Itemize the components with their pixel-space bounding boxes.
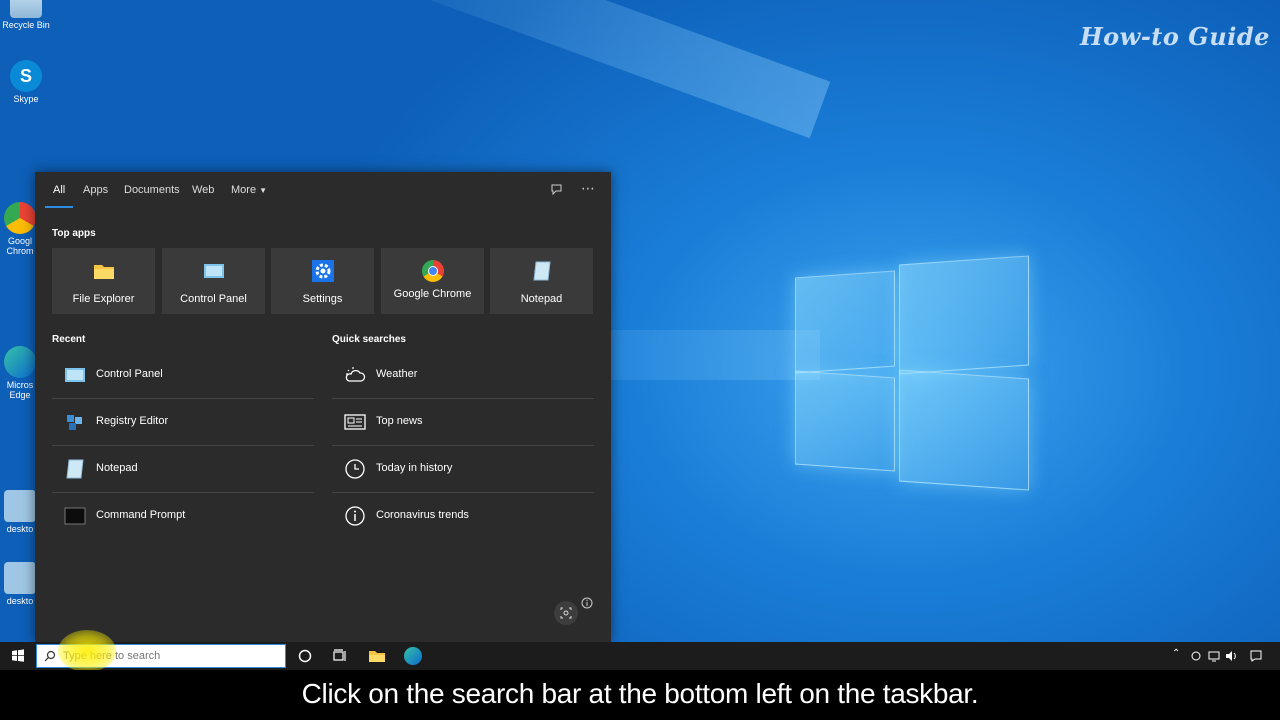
quick-search-weather[interactable]: Weather bbox=[332, 352, 594, 399]
chrome-icon bbox=[421, 260, 444, 282]
top-app-file-explorer[interactable]: File Explorer bbox=[52, 248, 155, 314]
tab-more[interactable]: More ▼ bbox=[231, 184, 267, 196]
desktop-icon-edge[interactable]: Micros Edge bbox=[0, 346, 40, 400]
top-app-label: Control Panel bbox=[180, 293, 247, 305]
top-app-label: File Explorer bbox=[72, 293, 135, 305]
more-options-icon[interactable]: ⋯ bbox=[581, 180, 595, 197]
desktop-icon-recycle-bin[interactable]: Recycle Bin bbox=[2, 0, 50, 30]
windows-start-icon[interactable] bbox=[8, 646, 28, 666]
light-beam bbox=[321, 0, 831, 139]
tab-documents[interactable]: Documents bbox=[124, 184, 180, 196]
top-app-control-panel[interactable]: Control Panel bbox=[162, 248, 265, 314]
quick-search-top-news[interactable]: Top news bbox=[332, 399, 594, 446]
notepad-icon bbox=[532, 261, 551, 281]
search-input[interactable] bbox=[63, 648, 263, 664]
search-tabs: All Apps Documents Web More ▼ ⋯ bbox=[35, 172, 611, 210]
top-app-label: Settings bbox=[302, 293, 343, 305]
desktop-icon-file[interactable]: deskto bbox=[0, 490, 40, 534]
file-explorer-taskbar-icon[interactable] bbox=[367, 646, 387, 666]
desktop-icon-label: Micros Edge bbox=[6, 380, 34, 400]
desktop-icon-label: deskto bbox=[6, 596, 34, 606]
volume-icon[interactable] bbox=[1225, 650, 1237, 662]
meet-now-icon[interactable] bbox=[1190, 650, 1202, 662]
windows-logo-graphic bbox=[795, 252, 1029, 491]
gear-file-icon bbox=[4, 490, 36, 522]
notification-icon[interactable] bbox=[1250, 650, 1262, 662]
recycle-bin-icon bbox=[10, 0, 42, 18]
tutorial-caption: Click on the search bar at the bottom le… bbox=[0, 670, 1280, 720]
gear-file-icon bbox=[4, 562, 36, 594]
network-icon[interactable] bbox=[1208, 650, 1220, 662]
search-icon bbox=[44, 650, 56, 662]
recent-heading: Recent bbox=[52, 334, 86, 345]
quick-search-today-in-history[interactable]: Today in history bbox=[332, 446, 594, 493]
recent-item-control-panel[interactable]: Control Panel bbox=[52, 352, 314, 399]
desktop-icon-chrome[interactable]: Googl Chrom bbox=[0, 202, 40, 256]
gear-icon bbox=[311, 260, 334, 282]
control-panel-icon bbox=[65, 368, 85, 382]
clock-icon bbox=[345, 459, 365, 479]
edge-taskbar-icon[interactable] bbox=[404, 647, 422, 665]
screenshot-search-button[interactable] bbox=[554, 601, 578, 625]
registry-icon bbox=[67, 415, 82, 430]
edge-icon bbox=[4, 346, 36, 378]
quick-search-label: Weather bbox=[376, 368, 418, 380]
recent-item-notepad[interactable]: Notepad bbox=[52, 446, 314, 493]
notepad-icon bbox=[66, 459, 84, 479]
desktop-icon-label: deskto bbox=[6, 524, 34, 534]
weather-icon bbox=[345, 367, 366, 382]
control-panel-icon bbox=[203, 264, 224, 278]
cortana-icon[interactable] bbox=[295, 646, 315, 666]
chrome-icon bbox=[4, 202, 36, 234]
tab-apps[interactable]: Apps bbox=[83, 184, 108, 196]
desktop-icon-label: Recycle Bin bbox=[2, 20, 50, 30]
quick-searches-heading: Quick searches bbox=[332, 334, 406, 345]
cmd-icon bbox=[64, 507, 86, 525]
recent-item-registry-editor[interactable]: Registry Editor bbox=[52, 399, 314, 446]
top-app-google-chrome[interactable]: Google Chrome bbox=[381, 248, 484, 314]
info-small-icon[interactable] bbox=[581, 597, 593, 609]
recent-item-label: Command Prompt bbox=[96, 509, 186, 521]
news-icon bbox=[344, 414, 366, 430]
desktop-icon-skype[interactable]: S Skype bbox=[2, 60, 50, 104]
quick-search-label: Today in history bbox=[376, 462, 453, 474]
feedback-icon[interactable] bbox=[550, 183, 563, 196]
chevron-up-icon[interactable]: ⌃ bbox=[1172, 648, 1184, 660]
tab-web[interactable]: Web bbox=[192, 184, 214, 196]
quick-search-label: Coronavirus trends bbox=[376, 509, 469, 521]
folder-icon bbox=[93, 265, 114, 279]
top-app-label: Notepad bbox=[520, 293, 563, 305]
search-panel: All Apps Documents Web More ▼ ⋯ Top apps… bbox=[35, 172, 611, 642]
recent-item-label: Control Panel bbox=[96, 368, 163, 380]
taskbar-search-box[interactable] bbox=[36, 644, 286, 668]
info-icon bbox=[345, 506, 365, 526]
camera-scan-icon bbox=[560, 607, 572, 619]
top-app-notepad[interactable]: Notepad bbox=[490, 248, 593, 314]
recent-item-label: Registry Editor bbox=[96, 415, 169, 427]
task-view-icon[interactable] bbox=[330, 646, 350, 666]
desktop-icon-label: Skype bbox=[13, 94, 39, 104]
top-app-label: Google Chrome bbox=[393, 288, 472, 300]
quick-search-coronavirus-trends[interactable]: Coronavirus trends bbox=[332, 493, 594, 539]
taskbar: ⌃ bbox=[0, 642, 1280, 670]
desktop-icon-file[interactable]: deskto bbox=[0, 562, 40, 606]
top-app-settings[interactable]: Settings bbox=[271, 248, 374, 314]
active-tab-indicator bbox=[45, 206, 73, 208]
skype-icon: S bbox=[10, 60, 42, 92]
top-apps-heading: Top apps bbox=[52, 228, 96, 239]
chevron-down-icon: ▼ bbox=[259, 186, 268, 195]
tab-all[interactable]: All bbox=[53, 184, 65, 196]
recent-item-command-prompt[interactable]: Command Prompt bbox=[52, 493, 314, 539]
tab-more-label: More bbox=[231, 184, 257, 196]
desktop-icon-label: Googl Chrom bbox=[6, 236, 34, 256]
quick-search-label: Top news bbox=[376, 415, 423, 427]
recent-item-label: Notepad bbox=[96, 462, 138, 474]
watermark: How-to Guide bbox=[1080, 22, 1270, 51]
